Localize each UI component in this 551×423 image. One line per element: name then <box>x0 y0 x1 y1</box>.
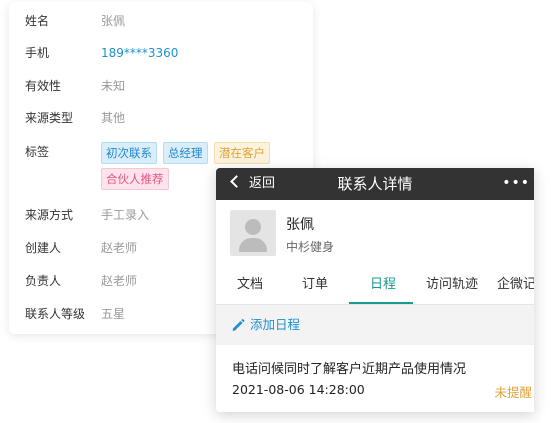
field-row-source-type: 来源类型 其他 <box>9 108 313 128</box>
field-label: 手机 <box>25 46 50 60</box>
more-menu-icon[interactable]: ••• <box>502 168 530 200</box>
add-schedule-button[interactable]: 添加日程 <box>216 305 534 345</box>
reminder-status: 未提醒 <box>494 385 532 400</box>
schedule-description: 电话问候同时了解客户近期产品使用情况 <box>232 362 467 377</box>
field-value: 张佩 <box>101 14 126 28</box>
tab-schedule[interactable]: 日程 <box>366 266 400 304</box>
field-label: 标签 <box>25 145 50 159</box>
page-title: 联系人详情 <box>337 175 413 193</box>
field-label: 来源方式 <box>25 208 74 222</box>
field-value: 其他 <box>101 111 126 125</box>
field-label: 姓名 <box>25 14 50 28</box>
schedule-time: 2021-08-06 14:28:00 <box>232 382 365 397</box>
field-value: 手工录入 <box>101 208 150 222</box>
add-schedule-label: 添加日程 <box>250 317 301 332</box>
field-value: 未知 <box>101 79 126 93</box>
field-value: 赵老师 <box>101 241 138 255</box>
field-value: 赵老师 <box>101 274 138 288</box>
field-label: 创建人 <box>25 241 62 255</box>
active-tab-indicator <box>349 302 413 304</box>
field-row-phone: 手机 189****3360 <box>9 43 313 63</box>
schedule-item[interactable]: 电话问候同时了解客户近期产品使用情况 2021-08-06 14:28:00 未… <box>216 345 534 412</box>
field-label: 负责人 <box>25 274 62 288</box>
field-row-validity: 有效性 未知 <box>9 76 313 96</box>
contact-company: 中杉健身 <box>286 240 335 254</box>
person-icon <box>245 219 261 235</box>
tab-documents[interactable]: 文档 <box>236 266 264 304</box>
tab-visit-track[interactable]: 访问轨迹 <box>424 266 480 304</box>
contact-name: 张佩 <box>286 217 314 233</box>
tab-wecom-records[interactable]: 企微记 <box>497 266 534 304</box>
tag-badge[interactable]: 总经理 <box>163 142 208 164</box>
tag-badge[interactable]: 初次联系 <box>101 142 157 164</box>
tag-badge[interactable]: 潜在客户 <box>214 142 270 164</box>
phone-number-link[interactable]: 189****3360 <box>101 43 178 63</box>
field-label: 有效性 <box>25 79 62 93</box>
contact-detail-screen: 返回 联系人详情 ••• 张佩 中杉健身 文档 订单 日程 访问轨迹 企微记 添… <box>216 168 534 412</box>
avatar <box>230 210 276 256</box>
field-value: 五星 <box>101 307 126 321</box>
field-label: 联系人等级 <box>25 307 86 321</box>
pencil-icon <box>232 319 245 331</box>
field-label: 来源类型 <box>25 111 74 125</box>
tab-orders[interactable]: 订单 <box>301 266 329 304</box>
field-row-name: 姓名 张佩 <box>9 11 313 31</box>
nav-bar: 返回 联系人详情 ••• <box>216 168 534 200</box>
tab-bar: 文档 订单 日程 访问轨迹 企微记 <box>216 266 534 305</box>
contact-header: 张佩 中杉健身 <box>216 200 534 266</box>
tag-badge[interactable]: 合伙人推荐 <box>101 168 169 190</box>
